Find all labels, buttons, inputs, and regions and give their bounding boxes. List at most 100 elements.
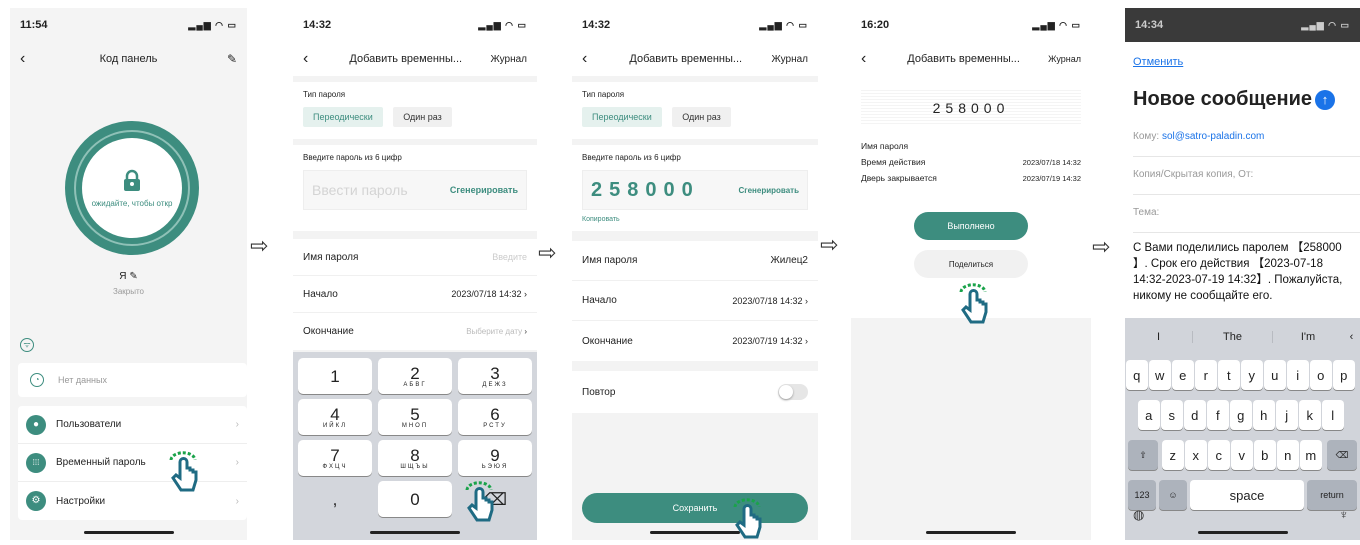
key-f[interactable]: f [1207, 400, 1229, 430]
key-i[interactable]: i [1287, 360, 1309, 390]
shift-key[interactable]: ⇧ [1128, 440, 1158, 470]
menu-item-settings[interactable]: ⚙ Настройки › [18, 482, 247, 520]
key-d[interactable]: d [1184, 400, 1206, 430]
key-b[interactable]: b [1254, 440, 1276, 470]
end-label: Окончание [582, 335, 633, 347]
menu-item-temp-password[interactable]: ⁞⁞⁞ Временный пароль › [18, 444, 247, 482]
type-once-chip[interactable]: Один раз [672, 107, 731, 127]
key-p[interactable]: p [1333, 360, 1355, 390]
key-t[interactable]: t [1218, 360, 1240, 390]
numbers-key[interactable]: 123 [1128, 480, 1156, 510]
key-k[interactable]: k [1299, 400, 1321, 430]
key-s[interactable]: s [1161, 400, 1183, 430]
name-row[interactable]: Имя пароля Введите [293, 239, 537, 276]
save-button[interactable]: Сохранить [582, 493, 808, 523]
screen-add-temp-password-filled: 14:32 ▂▄▆ ◠ ▭ ‹ Добавить временны... Жур… [572, 8, 818, 540]
signal-wifi-battery-icons: ▂▄▆ ◠ ▭ [188, 19, 237, 30]
tutorial-strip: 11:54 ▂▄▆ ◠ ▭ ‹ Код панель ✎ ожидайте, ч… [0, 0, 1360, 545]
key-h[interactable]: h [1253, 400, 1275, 430]
space-key[interactable]: space [1190, 480, 1304, 510]
cancel-link[interactable]: Отменить [1133, 56, 1183, 68]
lock-dial[interactable]: ожидайте, чтобы откр [65, 121, 199, 255]
subject-field[interactable]: Тема: [1133, 207, 1360, 233]
journal-link[interactable]: Журнал [491, 54, 528, 65]
generate-button[interactable]: Сгенерировать [450, 185, 518, 195]
journal-link[interactable]: Журнал [772, 54, 809, 65]
back-icon[interactable]: ‹ [20, 50, 38, 68]
start-row[interactable]: Начало 2023/07/18 14:32 › [572, 281, 818, 321]
generate-button[interactable]: Сгенерировать [738, 186, 799, 195]
journal-link[interactable]: Журнал [1048, 54, 1081, 64]
key-u[interactable]: u [1264, 360, 1286, 390]
return-key[interactable]: return [1307, 480, 1357, 510]
cc-field[interactable]: Копия/Скрытая копия, От: [1133, 169, 1360, 195]
back-icon[interactable]: ‹ [303, 50, 321, 68]
name-value[interactable]: Жилец2 [770, 255, 808, 266]
name-input[interactable]: Введите [492, 252, 527, 262]
key-z[interactable]: z [1162, 440, 1184, 470]
password-value[interactable]: 258000 [591, 179, 700, 202]
password-input[interactable]: Ввести пароль [312, 182, 408, 198]
menu-item-users[interactable]: ● Пользователи › [18, 406, 247, 444]
keypad-key[interactable]: 1 [298, 358, 372, 394]
share-button[interactable]: Поделиться [914, 250, 1028, 278]
key-v[interactable]: v [1231, 440, 1253, 470]
emoji-key[interactable]: ☺ [1159, 480, 1187, 510]
key-e[interactable]: e [1172, 360, 1194, 390]
message-body[interactable]: С Вами поделились паролем 【258000 】. Сро… [1133, 240, 1347, 317]
bluetooth-icon[interactable]: ᯤ [20, 338, 34, 352]
keypad-key[interactable]: 0 [378, 481, 452, 517]
arrow-right-icon: ⇨ [250, 234, 269, 259]
key-w[interactable]: w [1149, 360, 1171, 390]
send-icon[interactable]: ↑ [1315, 89, 1335, 110]
key-a[interactable]: a [1138, 400, 1160, 430]
done-button[interactable]: Выполнено [914, 212, 1028, 240]
repeat-toggle[interactable] [778, 384, 808, 400]
keypad-key[interactable]: 2 АБВГ [378, 358, 452, 394]
edit-icon[interactable]: ✎ [219, 52, 237, 66]
key-y[interactable]: y [1241, 360, 1263, 390]
type-periodic-chip[interactable]: Переодически [582, 107, 662, 127]
start-row[interactable]: Начало 2023/07/18 14:32 › [293, 276, 537, 313]
key-l[interactable]: l [1322, 400, 1344, 430]
name-row[interactable]: Имя пароля Жилец2 [572, 241, 818, 281]
save-label: Сохранить [672, 503, 718, 513]
keypad-key[interactable]: 6 РСТУ [458, 399, 532, 435]
screen-new-email: 14:34 ▂▄▆ ◠ ▭ Отменить Новое сообщение ↑… [1125, 8, 1360, 540]
keypad-key[interactable]: 9 ЬЭЮЯ [458, 440, 532, 476]
password-input-box: 258000 Сгенерировать [582, 170, 808, 210]
key-g[interactable]: g [1230, 400, 1252, 430]
key-o[interactable]: o [1310, 360, 1332, 390]
key-q[interactable]: q [1126, 360, 1148, 390]
type-periodic-chip[interactable]: Переодически [303, 107, 383, 127]
key-m[interactable]: m [1300, 440, 1322, 470]
keypad-key[interactable]: 4 ИЙКЛ [298, 399, 372, 435]
suggestion-item[interactable]: I [1125, 331, 1193, 343]
copy-link[interactable]: Копировать [582, 216, 808, 223]
globe-icon[interactable]: ◍ [1133, 507, 1144, 523]
chevron-left-icon[interactable]: ‹ [1343, 331, 1360, 343]
back-icon[interactable]: ‹ [582, 50, 600, 68]
suggestion-item[interactable]: I'm [1273, 331, 1343, 343]
suggestion-item[interactable]: The [1193, 331, 1273, 343]
keypad-key[interactable]: 5 МНОП [378, 399, 452, 435]
keypad-key[interactable]: , [298, 481, 372, 517]
keypad-key[interactable]: 8 ШЩЪЫ [378, 440, 452, 476]
edit-name-icon[interactable]: ✎ [129, 271, 137, 282]
chevron-right-icon: › [235, 419, 239, 430]
microphone-icon[interactable]: ♆ [1339, 507, 1349, 522]
back-icon[interactable]: ‹ [861, 50, 879, 68]
type-once-chip[interactable]: Один раз [393, 107, 452, 127]
key-x[interactable]: x [1185, 440, 1207, 470]
keypad-key[interactable]: 3 ДЕЖЗ [458, 358, 532, 394]
key-j[interactable]: j [1276, 400, 1298, 430]
notification-card[interactable]: ◔ Нет данных [18, 363, 247, 397]
keypad-key[interactable]: 7 ФХЦЧ [298, 440, 372, 476]
key-n[interactable]: n [1277, 440, 1299, 470]
key-r[interactable]: r [1195, 360, 1217, 390]
end-row[interactable]: Окончание Выберите дату › [293, 313, 537, 350]
delete-key[interactable]: ⌫ [1327, 440, 1357, 470]
end-row[interactable]: Окончание 2023/07/19 14:32 › [572, 321, 818, 361]
key-c[interactable]: c [1208, 440, 1230, 470]
to-field[interactable]: Кому: sol@satro-paladin.com [1133, 131, 1360, 157]
